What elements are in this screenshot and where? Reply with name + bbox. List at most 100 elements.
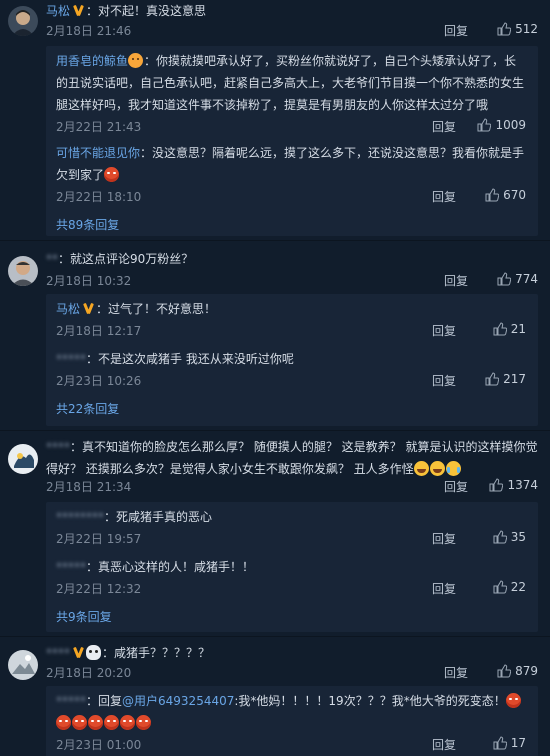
reply-button[interactable]: 回复 [432,530,456,547]
username[interactable]: ******** [56,510,104,524]
comment-text: 马松 ：对不起！真没这意思 [46,4,207,18]
like-button[interactable]: 512 [497,22,538,36]
reply-button[interactable]: 回复 [444,478,468,495]
reply-button[interactable]: 回复 [432,736,456,753]
thumb-up-icon [489,478,504,492]
avatar[interactable] [8,256,38,286]
reply-text: *****：真恶心这样的人！咸猪手！！ [56,560,255,574]
reply-meta: 2月22日 12:32 回复 22 [56,580,526,598]
reply-button[interactable]: 回复 [432,188,456,205]
like-button[interactable]: 22 [493,580,526,594]
like-count: 879 [515,664,538,678]
username[interactable]: ***** [56,352,86,366]
username[interactable]: 可惜不能退见你 [56,146,140,160]
username[interactable]: ***** [56,560,86,574]
username[interactable]: **** [46,646,70,660]
reply-box: *****：回复@用户6493254407:我*他妈！！！！19次？？？我*他大… [46,686,538,756]
username[interactable]: ** [46,252,58,266]
more-replies-link[interactable]: 共89条回复 [56,216,119,233]
reply-text: ********：死咸猪手真的恶心 [56,510,213,524]
thumb-up-icon [497,664,512,678]
avatar[interactable] [8,444,38,474]
divider [0,636,550,637]
timestamp: 2月18日 21:46 [46,24,132,38]
reply-button[interactable]: 回复 [432,322,456,339]
divider [0,240,550,241]
comment-item: ****：真不知道你的脸皮怎么那么厚？ 随便摸人的腿？ 这是教养？ 就算是认识的… [0,436,550,634]
avatar[interactable] [8,6,38,36]
username[interactable]: **** [46,440,70,454]
like-count: 1374 [507,478,538,492]
like-button[interactable]: 217 [485,372,526,386]
username[interactable]: 用香皂的鲸鱼 [56,54,128,68]
verified-icon [73,5,84,16]
angry-emoji-icon [104,715,119,730]
comment-item: 马松 ：对不起！真没这意思 2月18日 21:46 回复 512 用香皂的鲸鱼 ：你… [0,0,550,238]
like-count: 22 [510,580,526,594]
angry-emoji-icon [88,715,103,730]
reply-text: 可惜不能退见你：没这意思？隔着呢么远，摸了这么多下，还说没这意思？我看你就是手欠… [56,146,525,182]
like-count: 21 [510,322,526,336]
reply-button[interactable]: 回复 [432,372,456,389]
like-button[interactable]: 879 [497,664,538,678]
like-button[interactable]: 774 [497,272,538,286]
username[interactable]: 马松 [56,302,80,316]
reply-button[interactable]: 回复 [432,580,456,597]
thumb-up-icon [497,22,512,36]
thumb-up-icon [485,188,500,202]
tears-emoji-icon [445,461,461,476]
thumb-up-icon [497,272,512,286]
mention-link[interactable]: @用户6493254407 [122,694,234,708]
reply-meta: 2月22日 21:43 回复 1009 [56,118,526,136]
comment-text: ****：真不知道你的脸皮怎么那么厚？ 随便摸人的腿？ 这是教养？ 就算是认识的… [46,440,538,476]
comment-meta: 2月18日 21:34 回复 1374 [46,478,538,496]
like-count: 17 [510,736,526,750]
reply-button[interactable]: 回复 [444,272,468,289]
like-button[interactable]: 17 [493,736,526,750]
reply-item: 马松 ：过气了！不好意思！ 2月18日 12:17 回复 21 [56,298,526,338]
reply-meta: 2月23日 01:00 回复 17 [56,736,526,754]
timestamp: 2月18日 20:20 [46,666,132,680]
like-button[interactable]: 1009 [477,118,526,132]
more-replies-link[interactable]: 共9条回复 [56,608,112,625]
thumb-up-icon [493,580,507,594]
skull-emoji-icon [86,645,101,660]
reply-item: ********：死咸猪手真的恶心 2月22日 19:57 回复 35 [56,506,526,546]
like-count: 670 [503,188,526,202]
like-button[interactable]: 35 [493,530,526,544]
reply-item: 可惜不能退见你：没这意思？隔着呢么远，摸了这么多下，还说没这意思？我看你就是手欠… [56,142,526,204]
reply-button[interactable]: 回复 [432,118,456,135]
reply-text: *****：不是这次咸猪手 我还从来没听过你呢 [56,352,294,366]
thumb-up-icon [493,530,507,544]
angry-emoji-icon [120,715,135,730]
like-button[interactable]: 670 [485,188,526,202]
grin-emoji-icon [429,461,445,476]
username[interactable]: 马松 [46,4,70,18]
reply-box: 马松 ：过气了！不好意思！ 2月18日 12:17 回复 21 *****：不是这… [46,294,538,426]
thumb-up-icon [493,322,507,336]
angry-emoji-icon [72,715,87,730]
comment-item: **：就这点评论90万粉丝？ 2月18日 10:32 回复 774 马松 ：过气了… [0,248,550,430]
reply-text: *****：回复@用户6493254407:我*他妈！！！！19次？？？我*他大… [56,690,526,734]
avatar[interactable] [8,650,38,680]
comment-meta: 2月18日 10:32 回复 774 [46,272,538,290]
comment-meta: 2月18日 20:20 回复 879 [46,664,538,682]
comment-meta: 2月18日 21:46 回复 512 [46,22,538,40]
like-button[interactable]: 1374 [489,478,538,492]
more-replies-link[interactable]: 共22条回复 [56,400,119,417]
thumb-up-icon [477,118,492,132]
reply-button[interactable]: 回复 [444,22,468,39]
username[interactable]: ***** [56,694,86,708]
comment-item: **** ：咸猪手？？？？？ 2月18日 20:20 回复 879 *****：回… [0,642,550,756]
angry-emoji-icon [136,715,151,730]
comment-text: **** ：咸猪手？？？？？ [46,645,211,660]
timestamp: 2月22日 12:32 [56,582,142,596]
timestamp: 2月22日 18:10 [56,190,142,204]
timestamp: 2月18日 10:32 [46,274,132,288]
angry-emoji-icon [56,715,71,730]
verified-icon [73,647,84,658]
timestamp: 2月22日 19:57 [56,532,142,546]
reply-button[interactable]: 回复 [444,664,468,681]
reply-text: 用香皂的鲸鱼 ：你摸就摸吧承认好了，买粉丝你就说好了，自己个头矮承认好了，长的丑说… [56,53,525,112]
like-button[interactable]: 21 [493,322,526,336]
